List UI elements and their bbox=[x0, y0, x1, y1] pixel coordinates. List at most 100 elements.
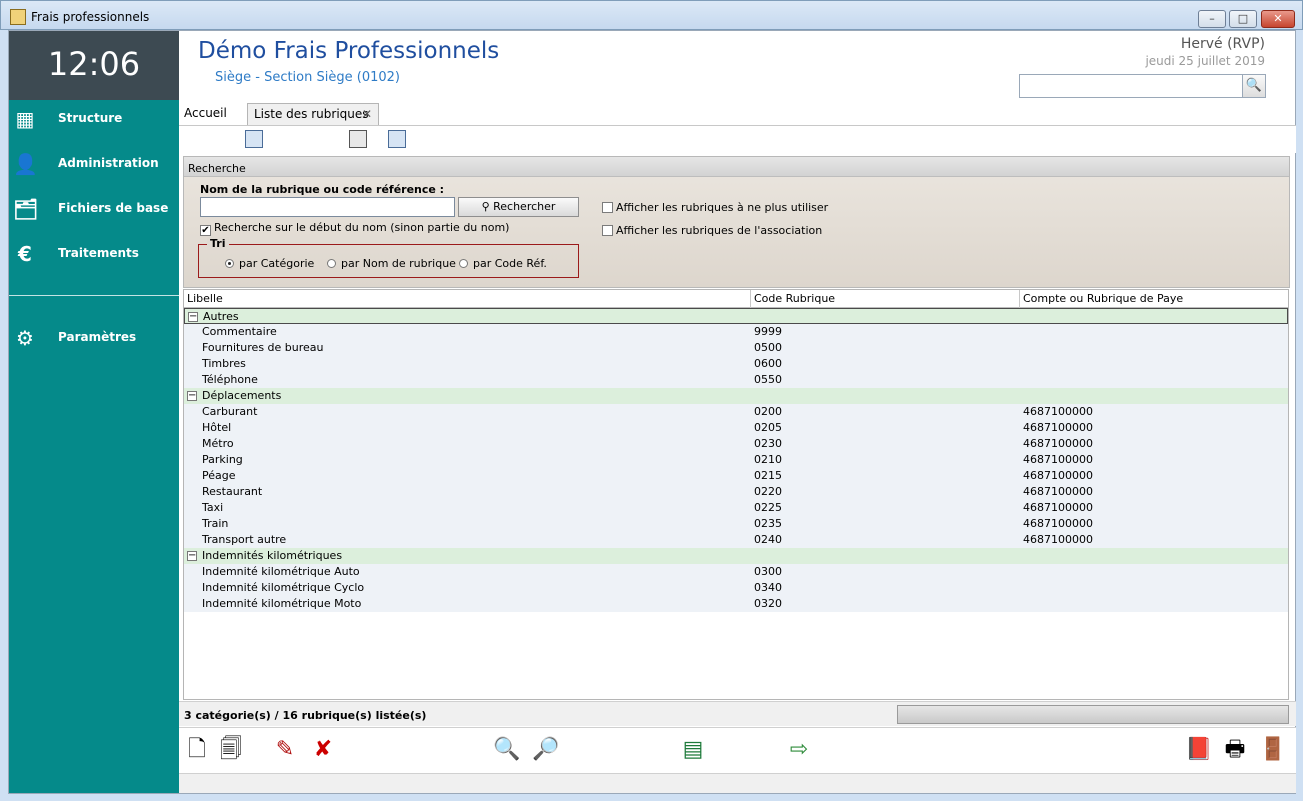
cell-code: 0225 bbox=[754, 501, 782, 514]
table-row[interactable]: Transport autre 0240 4687100000 bbox=[184, 532, 1288, 548]
cell-libelle: Train bbox=[202, 517, 229, 530]
sidebar-item-structure[interactable]: ▦ Structure bbox=[9, 99, 179, 139]
search-panel-title: Recherche bbox=[184, 157, 1289, 177]
sidebar-item-parametres[interactable]: ⚙ Paramètres bbox=[9, 318, 179, 358]
begin-search-checkbox[interactable]: ✔ Recherche sur le début du nom (sinon pa… bbox=[200, 221, 509, 236]
table-row[interactable]: Téléphone 0550 bbox=[184, 372, 1288, 388]
column-divider[interactable] bbox=[1019, 290, 1020, 308]
group-label: Autres bbox=[203, 310, 239, 323]
table-row[interactable]: Taxi 0225 4687100000 bbox=[184, 500, 1288, 516]
table-row[interactable]: Hôtel 0205 4687100000 bbox=[184, 420, 1288, 436]
name-field-label: Nom de la rubrique ou code référence : bbox=[200, 183, 445, 196]
checkbox-checked[interactable]: ✔ bbox=[200, 225, 211, 236]
sidebar-divider bbox=[9, 295, 179, 296]
radio-unselected[interactable] bbox=[459, 259, 468, 268]
cell-libelle: Péage bbox=[202, 469, 236, 482]
search-button[interactable]: ⚲ Rechercher bbox=[458, 197, 579, 217]
printer-icon[interactable]: 🖶 bbox=[1221, 736, 1249, 764]
sort-by-code-radio[interactable]: par Code Réf. bbox=[459, 257, 547, 270]
cell-code: 0320 bbox=[754, 597, 782, 610]
table-row[interactable]: Fournitures de bureau 0500 bbox=[184, 340, 1288, 356]
duplicate-document-icon[interactable]: 🗐 bbox=[217, 736, 245, 764]
table-row[interactable]: Train 0235 4687100000 bbox=[184, 516, 1288, 532]
cell-compte: 4687100000 bbox=[1023, 485, 1093, 498]
show-association-checkbox[interactable]: Afficher les rubriques de l'association bbox=[602, 224, 822, 237]
top-toolbar bbox=[179, 125, 1296, 153]
app-frame: 12:06 ▦ Structure 👤 Administration 🗂 Fic… bbox=[8, 30, 1296, 794]
radio-selected[interactable] bbox=[225, 259, 234, 268]
table-row[interactable]: Commentaire 9999 bbox=[184, 324, 1288, 340]
group-label: Indemnités kilométriques bbox=[202, 549, 343, 562]
search-icon[interactable]: 🔍 bbox=[1242, 74, 1266, 98]
cell-compte: 4687100000 bbox=[1023, 517, 1093, 530]
clock: 12:06 bbox=[9, 31, 179, 100]
sidebar-item-fichiers-de-base[interactable]: 🗂 Fichiers de base bbox=[9, 189, 179, 229]
table-row[interactable]: Indemnité kilométrique Moto 0320 bbox=[184, 596, 1288, 612]
sidebar-item-label: Fichiers de base bbox=[58, 201, 169, 215]
global-search-input[interactable] bbox=[1019, 74, 1243, 98]
collapse-toggle-icon[interactable]: − bbox=[187, 391, 197, 401]
column-header-code[interactable]: Code Rubrique bbox=[754, 292, 835, 305]
radio-unselected[interactable] bbox=[327, 259, 336, 268]
zoom-out-icon[interactable]: 🔎 bbox=[532, 736, 560, 764]
page-subtitle: Siège - Section Siège (0102) bbox=[215, 70, 400, 85]
cell-compte: 4687100000 bbox=[1023, 501, 1093, 514]
excel-export-icon[interactable]: ▤ bbox=[679, 736, 707, 764]
table-row[interactable]: Indemnité kilométrique Auto 0300 bbox=[184, 564, 1288, 580]
edit-document-icon[interactable]: ✎ bbox=[271, 736, 299, 764]
tab-accueil[interactable]: Accueil bbox=[182, 103, 229, 125]
sidebar-item-administration[interactable]: 👤 Administration bbox=[9, 144, 179, 184]
current-user: Hervé (RVP) bbox=[1180, 36, 1265, 52]
new-document-icon[interactable]: 🗋 bbox=[183, 736, 211, 764]
calculator-icon[interactable] bbox=[349, 130, 367, 148]
column-divider[interactable] bbox=[750, 290, 751, 308]
table-row[interactable]: Péage 0215 4687100000 bbox=[184, 468, 1288, 484]
bottom-toolbar: 🗋 🗐 ✎ ✘ 🔍 🔎 ▤ ⇨ 📕 🖶 🚪 bbox=[179, 727, 1296, 773]
show-unused-checkbox[interactable]: Afficher les rubriques à ne plus utilise… bbox=[602, 201, 828, 214]
minimize-button[interactable]: – bbox=[1198, 10, 1226, 28]
book-icon[interactable]: 📕 bbox=[1185, 736, 1213, 764]
cell-compte: 4687100000 bbox=[1023, 469, 1093, 482]
collapse-toggle-icon[interactable]: − bbox=[187, 551, 197, 561]
cell-compte: 4687100000 bbox=[1023, 453, 1093, 466]
monitor-icon[interactable] bbox=[245, 130, 263, 148]
group-row[interactable]: − Indemnités kilométriques bbox=[184, 548, 1288, 564]
cell-code: 0550 bbox=[754, 373, 782, 386]
group-row[interactable]: − Déplacements bbox=[184, 388, 1288, 404]
status-bar: 3 catégorie(s) / 16 rubrique(s) listée(s… bbox=[179, 701, 1296, 726]
table-row[interactable]: Indemnité kilométrique Cyclo 0340 bbox=[184, 580, 1288, 596]
checkbox-unchecked[interactable] bbox=[602, 202, 613, 213]
windows-icon[interactable] bbox=[388, 130, 406, 148]
window-title: Frais professionnels bbox=[31, 10, 150, 24]
zoom-in-icon[interactable]: 🔍 bbox=[493, 736, 521, 764]
window-titlebar[interactable]: Frais professionnels – □ ✕ bbox=[0, 0, 1303, 30]
exit-door-icon[interactable]: 🚪 bbox=[1259, 736, 1287, 764]
table-row[interactable]: Restaurant 0220 4687100000 bbox=[184, 484, 1288, 500]
sort-by-category-radio[interactable]: par Catégorie bbox=[225, 257, 314, 270]
group-label: Déplacements bbox=[202, 389, 282, 402]
column-header-libelle[interactable]: Libelle bbox=[187, 292, 223, 305]
export-copy-icon[interactable]: ⇨ bbox=[785, 736, 813, 764]
delete-document-icon[interactable]: ✘ bbox=[309, 736, 337, 764]
collapse-toggle-icon[interactable]: − bbox=[188, 312, 198, 322]
tab-liste-des-rubriques[interactable]: Liste des rubriques ✕ bbox=[247, 103, 379, 125]
sort-by-name-radio[interactable]: par Nom de rubrique bbox=[327, 257, 456, 270]
group-row[interactable]: − Autres bbox=[184, 308, 1288, 324]
checkbox-unchecked[interactable] bbox=[602, 225, 613, 236]
grid-body: − Autres Commentaire 9999 Fournitures de bur… bbox=[184, 308, 1288, 612]
close-window-button[interactable]: ✕ bbox=[1261, 10, 1295, 28]
table-row[interactable]: Timbres 0600 bbox=[184, 356, 1288, 372]
rubriques-grid[interactable]: Libelle Code Rubrique Compte ou Rubrique… bbox=[183, 289, 1289, 700]
column-header-compte[interactable]: Compte ou Rubrique de Paye bbox=[1023, 292, 1183, 305]
building-icon: ▦ bbox=[15, 107, 35, 131]
close-tab-icon[interactable]: ✕ bbox=[362, 104, 372, 124]
maximize-button[interactable]: □ bbox=[1229, 10, 1257, 28]
table-row[interactable]: Carburant 0200 4687100000 bbox=[184, 404, 1288, 420]
table-row[interactable]: Parking 0210 4687100000 bbox=[184, 452, 1288, 468]
rubrique-name-input[interactable] bbox=[200, 197, 455, 217]
cell-libelle: Indemnité kilométrique Auto bbox=[202, 565, 360, 578]
cell-compte: 4687100000 bbox=[1023, 437, 1093, 450]
sidebar-item-traitements[interactable]: € Traitements bbox=[9, 234, 179, 274]
sidebar-item-label: Traitements bbox=[58, 246, 139, 260]
table-row[interactable]: Métro 0230 4687100000 bbox=[184, 436, 1288, 452]
